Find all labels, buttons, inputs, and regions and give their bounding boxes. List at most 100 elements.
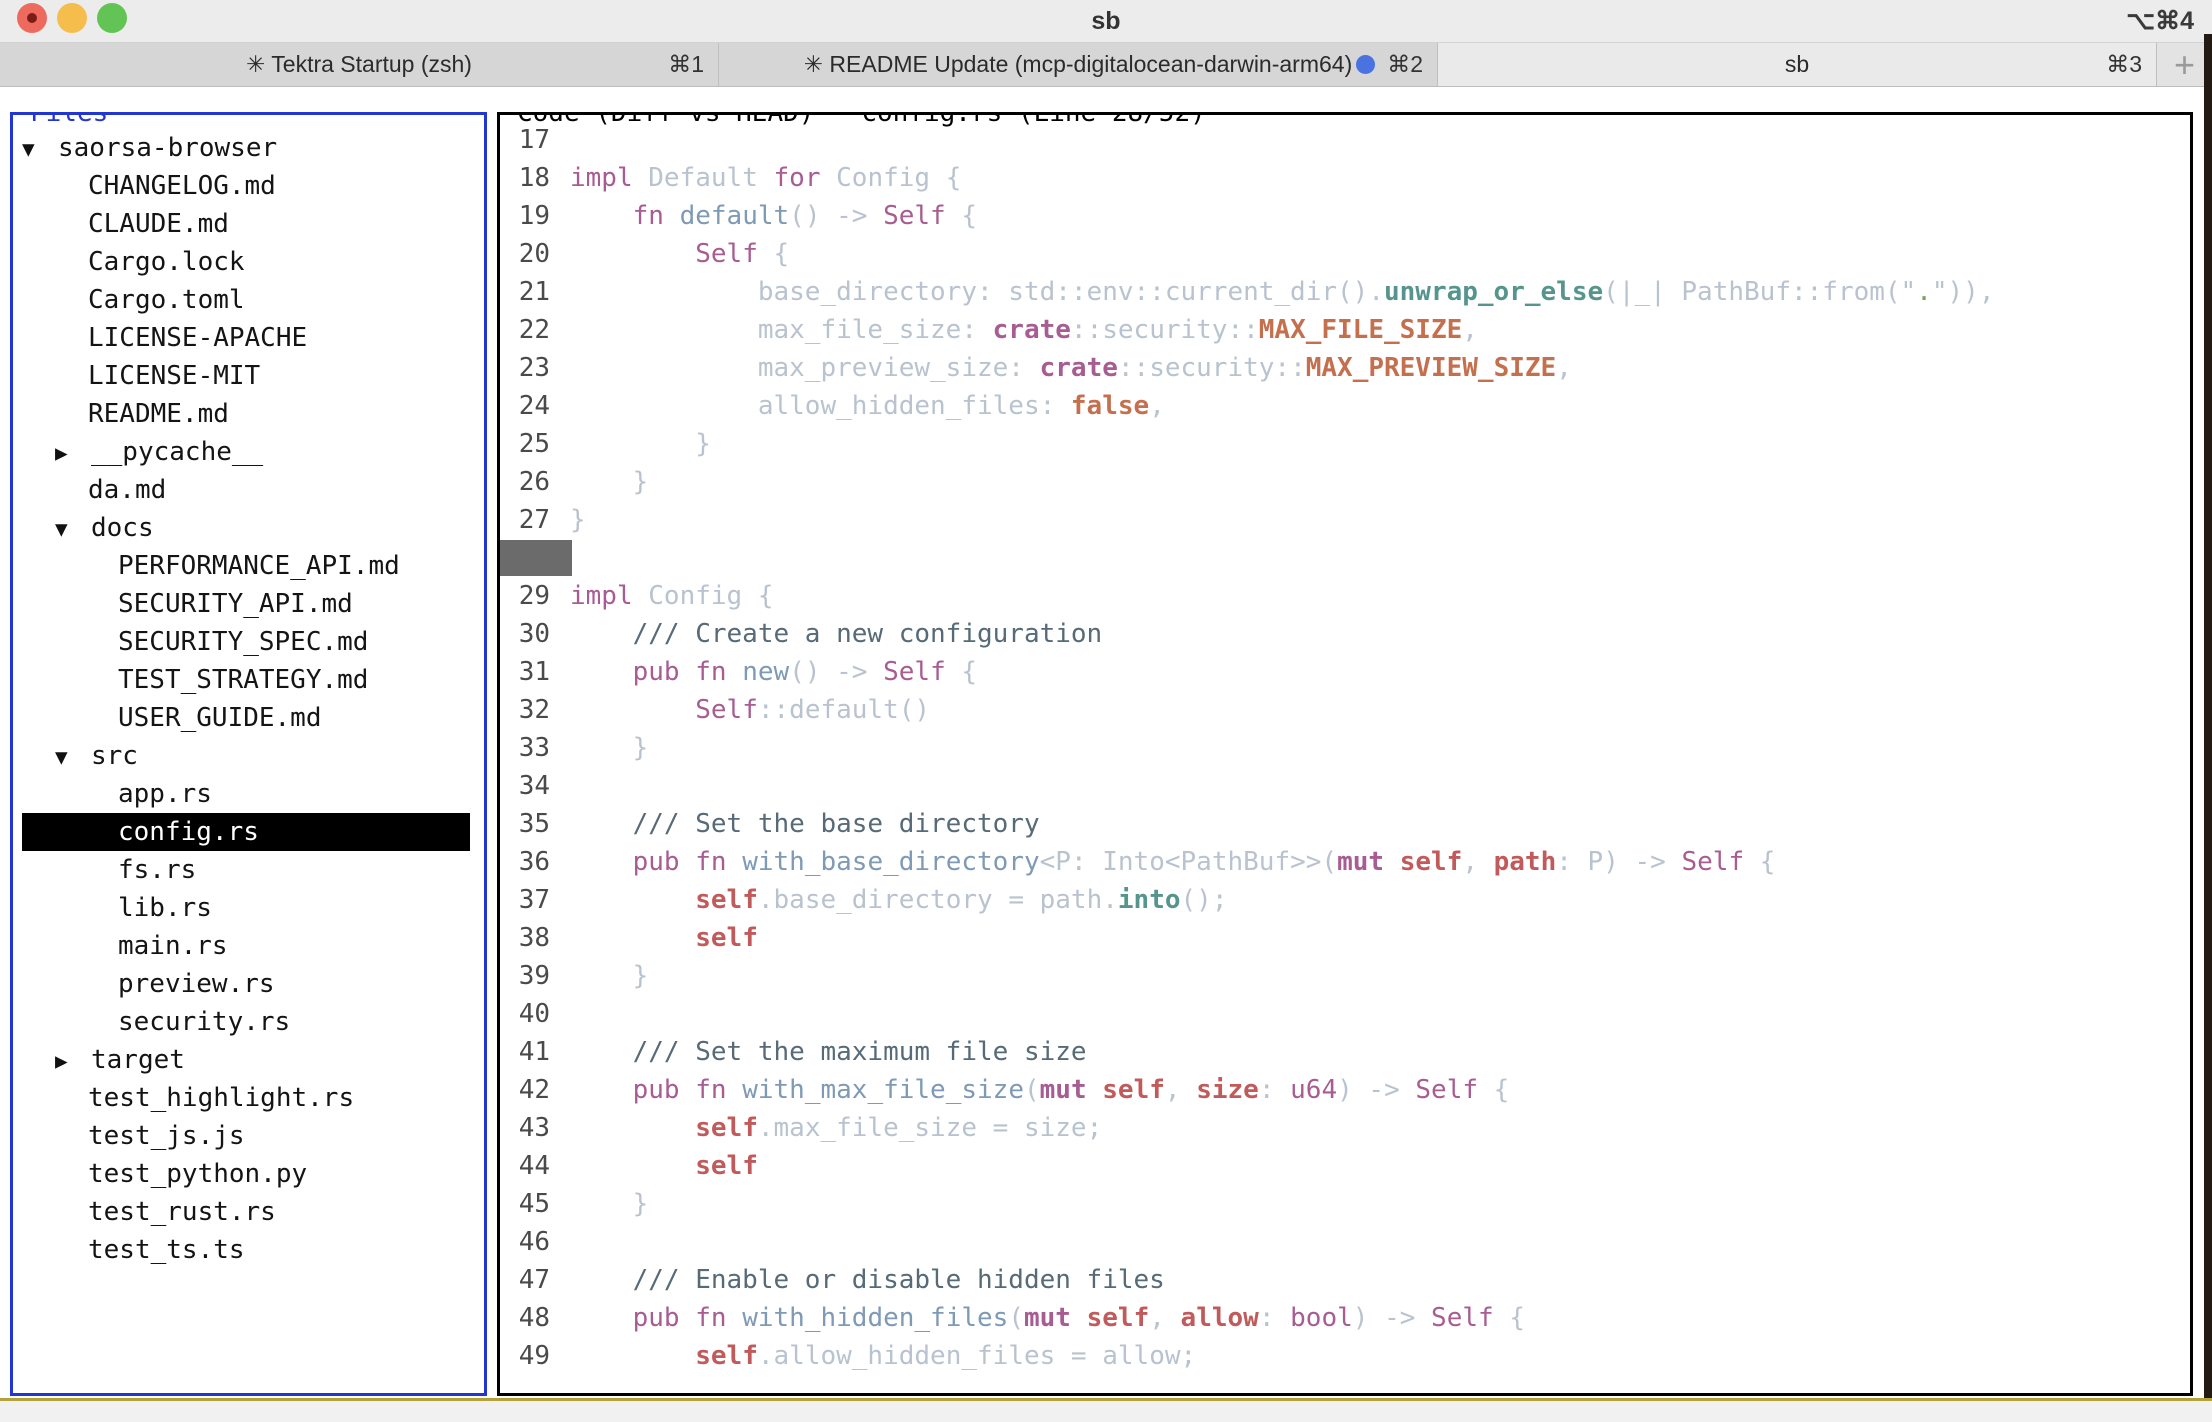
tree-item-label: CHANGELOG.md <box>88 171 276 201</box>
code-line-31: 31 pub fn new() -> Self { <box>500 653 2190 691</box>
tree-file-PERFORMANCE_API.md[interactable]: PERFORMANCE_API.md <box>13 547 484 585</box>
line-number: 36 <box>500 843 550 881</box>
tab-label: sb <box>1785 51 1809 78</box>
line-number: 34 <box>500 767 550 805</box>
tree-item-label: fs.rs <box>118 855 196 885</box>
tree-file-config.rs[interactable]: config.rs <box>22 813 470 851</box>
line-number: 47 <box>500 1261 550 1299</box>
tree-file-lib.rs[interactable]: lib.rs <box>13 889 484 927</box>
tree-file-SECURITY_SPEC.md[interactable]: SECURITY_SPEC.md <box>13 623 484 661</box>
code-line-41: 41 /// Set the maximum file size <box>500 1033 2190 1071</box>
code-panel-title: Code (Diff vs HEAD) - config.rs (Line 28… <box>512 112 1211 128</box>
tree-file-da.md[interactable]: da.md <box>13 471 484 509</box>
line-number: 41 <box>500 1033 550 1071</box>
code-text: /// Set the base directory <box>570 805 1040 843</box>
title-bar: sb ⌥⌘4 <box>0 0 2212 43</box>
tree-file-test_rust.rs[interactable]: test_rust.rs <box>13 1193 484 1231</box>
code-line-29: 29impl Config { <box>500 577 2190 615</box>
tab-meta: ⌘2 <box>1356 43 1423 86</box>
code-line-23: 23 max_preview_size: crate::security::MA… <box>500 349 2190 387</box>
tree-file-TEST_STRATEGY.md[interactable]: TEST_STRATEGY.md <box>13 661 484 699</box>
line-number: 33 <box>500 729 550 767</box>
tab-3[interactable]: sb ⌘3 <box>1438 43 2157 86</box>
line-number: 22 <box>500 311 550 349</box>
tree-file-USER_GUIDE.md[interactable]: USER_GUIDE.md <box>13 699 484 737</box>
code-line-28 <box>500 539 2190 577</box>
code-line-42: 42 pub fn with_max_file_size(mut self, s… <box>500 1071 2190 1109</box>
tree-file-test_highlight.rs[interactable]: test_highlight.rs <box>13 1079 484 1117</box>
code-text: base_directory: std::env::current_dir().… <box>570 273 1995 311</box>
code-line-33: 33 } <box>500 729 2190 767</box>
tree-file-CHANGELOG.md[interactable]: CHANGELOG.md <box>13 167 484 205</box>
code-line-25: 25 } <box>500 425 2190 463</box>
code-line-45: 45 } <box>500 1185 2190 1223</box>
tree-dir-saorsa-browser[interactable]: ▼saorsa-browser <box>13 129 484 167</box>
code-text: } <box>570 425 711 463</box>
line-number: 23 <box>500 349 550 387</box>
chevron-right-icon: ▶ <box>55 1042 91 1080</box>
tab-meta: ⌘3 <box>2106 43 2142 86</box>
code-text: self.max_file_size = size; <box>570 1109 1102 1147</box>
tree-file-preview.rs[interactable]: preview.rs <box>13 965 484 1003</box>
tree-file-Cargo.lock[interactable]: Cargo.lock <box>13 243 484 281</box>
code-line-24: 24 allow_hidden_files: false, <box>500 387 2190 425</box>
code-line-19: 19 fn default() -> Self { <box>500 197 2190 235</box>
tree-file-CLAUDE.md[interactable]: CLAUDE.md <box>13 205 484 243</box>
line-number: 26 <box>500 463 550 501</box>
line-number: 20 <box>500 235 550 273</box>
tree-file-test_ts.ts[interactable]: test_ts.ts <box>13 1231 484 1269</box>
tree-file-fs.rs[interactable]: fs.rs <box>13 851 484 889</box>
tab-1[interactable]: ✳ Tektra Startup (zsh)⌘1 <box>0 43 719 86</box>
tree-file-security.rs[interactable]: security.rs <box>13 1003 484 1041</box>
tree-file-SECURITY_API.md[interactable]: SECURITY_API.md <box>13 585 484 623</box>
file-tree: ▼saorsa-browserCHANGELOG.mdCLAUDE.mdCarg… <box>13 115 484 1269</box>
code-text: /// Create a new configuration <box>570 615 1102 653</box>
line-number: 35 <box>500 805 550 843</box>
tree-dir-__pycache__[interactable]: ▶__pycache__ <box>13 433 484 471</box>
tree-file-app.rs[interactable]: app.rs <box>13 775 484 813</box>
code-text: self <box>570 919 758 957</box>
window-shortcut: ⌥⌘4 <box>2126 0 2194 42</box>
chevron-down-icon: ▼ <box>55 738 91 776</box>
tree-file-test_python.py[interactable]: test_python.py <box>13 1155 484 1193</box>
tree-item-label: Cargo.lock <box>88 247 245 277</box>
tree-item-label: test_highlight.rs <box>88 1083 354 1113</box>
code-line-37: 37 self.base_directory = path.into(); <box>500 881 2190 919</box>
tree-dir-docs[interactable]: ▼docs <box>13 509 484 547</box>
tree-item-label: __pycache__ <box>91 437 263 467</box>
files-panel: Files ▼saorsa-browserCHANGELOG.mdCLAUDE.… <box>10 112 487 1396</box>
tree-file-Cargo.toml[interactable]: Cargo.toml <box>13 281 484 319</box>
terminal-window: sb ⌥⌘4 ✳ Tektra Startup (zsh)⌘1✳ README … <box>0 0 2212 1422</box>
tree-item-label: saorsa-browser <box>58 133 277 163</box>
tree-file-LICENSE-APACHE[interactable]: LICENSE-APACHE <box>13 319 484 357</box>
tree-item-label: SECURITY_SPEC.md <box>118 627 368 657</box>
code-line-27: 27} <box>500 501 2190 539</box>
line-number: 42 <box>500 1071 550 1109</box>
code-line-18: 18impl Default for Config { <box>500 159 2190 197</box>
code-text: } <box>570 501 586 539</box>
tree-item-label: security.rs <box>118 1007 290 1037</box>
code-line-32: 32 Self::default() <box>500 691 2190 729</box>
tree-dir-src[interactable]: ▼src <box>13 737 484 775</box>
line-number: 31 <box>500 653 550 691</box>
line-number: 29 <box>500 577 550 615</box>
line-number: 37 <box>500 881 550 919</box>
tab-2[interactable]: ✳ README Update (mcp-digitalocean-darwin… <box>719 43 1438 86</box>
tree-item-label: app.rs <box>118 779 212 809</box>
desktop-edge-strip <box>2204 34 2212 1398</box>
tree-file-main.rs[interactable]: main.rs <box>13 927 484 965</box>
tree-file-test_js.js[interactable]: test_js.js <box>13 1117 484 1155</box>
tree-item-label: da.md <box>88 475 166 505</box>
code-panel: Code (Diff vs HEAD) - config.rs (Line 28… <box>497 112 2193 1396</box>
code-text: Self { <box>570 235 789 273</box>
tree-file-LICENSE-MIT[interactable]: LICENSE-MIT <box>13 357 484 395</box>
line-number: 49 <box>500 1337 550 1375</box>
tree-dir-target[interactable]: ▶target <box>13 1041 484 1079</box>
tree-file-README.md[interactable]: README.md <box>13 395 484 433</box>
tree-item-label: README.md <box>88 399 229 429</box>
tab-bar: ✳ Tektra Startup (zsh)⌘1✳ README Update … <box>0 43 2212 87</box>
cursor-line-bar <box>500 540 572 576</box>
code-text: allow_hidden_files: false, <box>570 387 1165 425</box>
tab-label: ✳ Tektra Startup (zsh) <box>246 51 472 78</box>
code-text: pub fn with_hidden_files(mut self, allow… <box>570 1299 1525 1337</box>
